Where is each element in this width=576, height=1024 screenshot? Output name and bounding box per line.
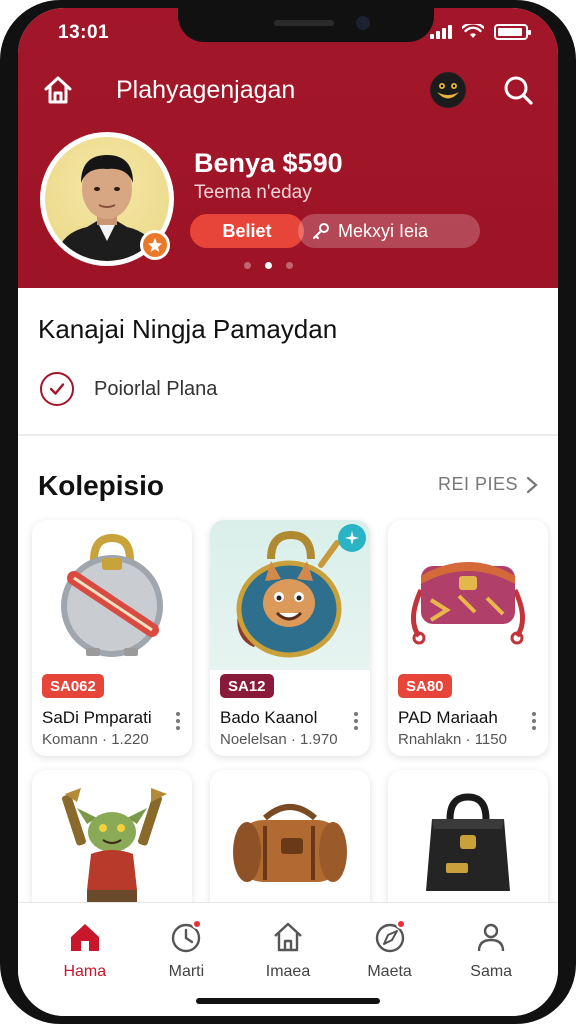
- product-image: [32, 520, 192, 670]
- product-meta: Noelelsan · 1.970: [220, 731, 338, 748]
- secondary-action-label: Mekxyi Ieia: [338, 220, 429, 241]
- nav-label: Sama: [470, 963, 513, 980]
- silver-bag-icon: [61, 533, 163, 657]
- home-icon: [44, 76, 72, 104]
- carousel-dot-active[interactable]: [265, 262, 272, 269]
- clock-icon: [166, 917, 206, 957]
- product-meta: Rnahlakn · 1150: [398, 731, 507, 748]
- mascot-icon[interactable]: [430, 72, 466, 108]
- product-name: PAD Mariaah: [398, 708, 498, 727]
- see-all-label: REI PIES: [437, 474, 518, 494]
- goblin-figure-icon: [61, 788, 167, 904]
- house-outline-icon: [268, 917, 308, 957]
- product-card[interactable]: SA062 SaDi Pmparati Komann · 1.220: [32, 520, 192, 756]
- profile-header: 13:01 Plahyagenjagan Benya $590 Teema n'…: [18, 8, 558, 288]
- collection-grid: SA062 SaDi Pmparati Komann · 1.220 SA12 …: [32, 520, 548, 930]
- see-all-link[interactable]: REI PIES: [438, 474, 538, 495]
- product-meta: Komann · 1.220: [42, 731, 149, 748]
- front-camera: [356, 16, 370, 30]
- signal-icon: [430, 25, 452, 39]
- new-badge: [338, 524, 366, 552]
- battery-icon: [494, 24, 531, 40]
- profile-subtitle: Teema n'eday: [194, 182, 312, 203]
- app-screen: 13:01 Plahyagenjagan Benya $590 Teema n'…: [18, 8, 558, 1016]
- nav-label: Imaea: [265, 963, 311, 980]
- top-bar: Plahyagenjagan: [38, 70, 538, 110]
- product-name: Bado Kaanol: [220, 708, 318, 727]
- star-icon: [148, 238, 162, 252]
- patterned-bag-icon: [411, 562, 525, 645]
- wifi-icon: [462, 24, 484, 38]
- home-icon: [65, 917, 105, 957]
- status-icons: [430, 24, 531, 40]
- nav-item-sama[interactable]: Sama: [440, 903, 542, 1016]
- profile-name: Benya $590: [194, 148, 343, 178]
- search-button[interactable]: [498, 70, 538, 110]
- product-image: [388, 770, 548, 920]
- black-bag-icon: [426, 793, 510, 891]
- speaker: [274, 20, 334, 26]
- product-card[interactable]: SA12 Bado Kaanol Noelelsan · 1.970: [210, 520, 370, 756]
- status-time: 13:01: [58, 22, 110, 43]
- nav-item-home[interactable]: Hama: [34, 903, 136, 1016]
- key-icon: [313, 223, 329, 239]
- avatar[interactable]: [40, 132, 174, 266]
- phone-frame: 13:01 Plahyagenjagan Benya $590 Teema n'…: [0, 0, 576, 1024]
- price-tag: SA12: [220, 674, 274, 698]
- verified-badge: [140, 230, 170, 260]
- plan-item-label: Poiorlal Plana: [94, 377, 218, 400]
- more-options-button[interactable]: [172, 710, 184, 732]
- home-indicator[interactable]: [196, 998, 380, 1004]
- sparkle-icon: [345, 531, 359, 545]
- carousel-dot[interactable]: [244, 262, 251, 269]
- check-circle-icon: [40, 372, 74, 406]
- cat-bag-icon: [236, 530, 342, 658]
- product-image: [388, 520, 548, 670]
- section-divider: [18, 434, 558, 436]
- product-card[interactable]: SA80 PAD Mariaah Rnahlakn · 1150: [388, 520, 548, 756]
- nav-label: Marti: [168, 963, 205, 980]
- chevron-right-icon: [526, 476, 538, 493]
- search-icon: [504, 76, 533, 105]
- leather-duffel-icon: [233, 804, 347, 882]
- nav-label: Maeta: [367, 963, 412, 980]
- profile-icon: [471, 917, 511, 957]
- plan-item[interactable]: Poiorlal Plana: [40, 372, 217, 406]
- primary-action-button[interactable]: Beliet: [190, 214, 304, 248]
- home-button[interactable]: [38, 70, 78, 110]
- app-title: Plahyagenjagan: [116, 75, 296, 104]
- carousel-dots: [244, 262, 293, 269]
- price-tag: SA80: [398, 674, 452, 698]
- collection-title: Kolepisio: [38, 470, 165, 501]
- product-image: [210, 770, 370, 920]
- compass-icon: [370, 917, 410, 957]
- carousel-dot[interactable]: [286, 262, 293, 269]
- secondary-action-button[interactable]: Mekxyi Ieia: [298, 214, 480, 248]
- product-name: SaDi Pmparati: [42, 708, 152, 727]
- price-tag: SA062: [42, 674, 104, 698]
- plan-title: Kanajai Ningja Pamaydan: [38, 314, 338, 344]
- notification-dot: [395, 919, 406, 929]
- notch: [178, 8, 434, 42]
- more-options-button[interactable]: [528, 710, 540, 732]
- more-options-button[interactable]: [350, 710, 362, 732]
- nav-label: Hama: [63, 963, 107, 980]
- product-image: [32, 770, 192, 920]
